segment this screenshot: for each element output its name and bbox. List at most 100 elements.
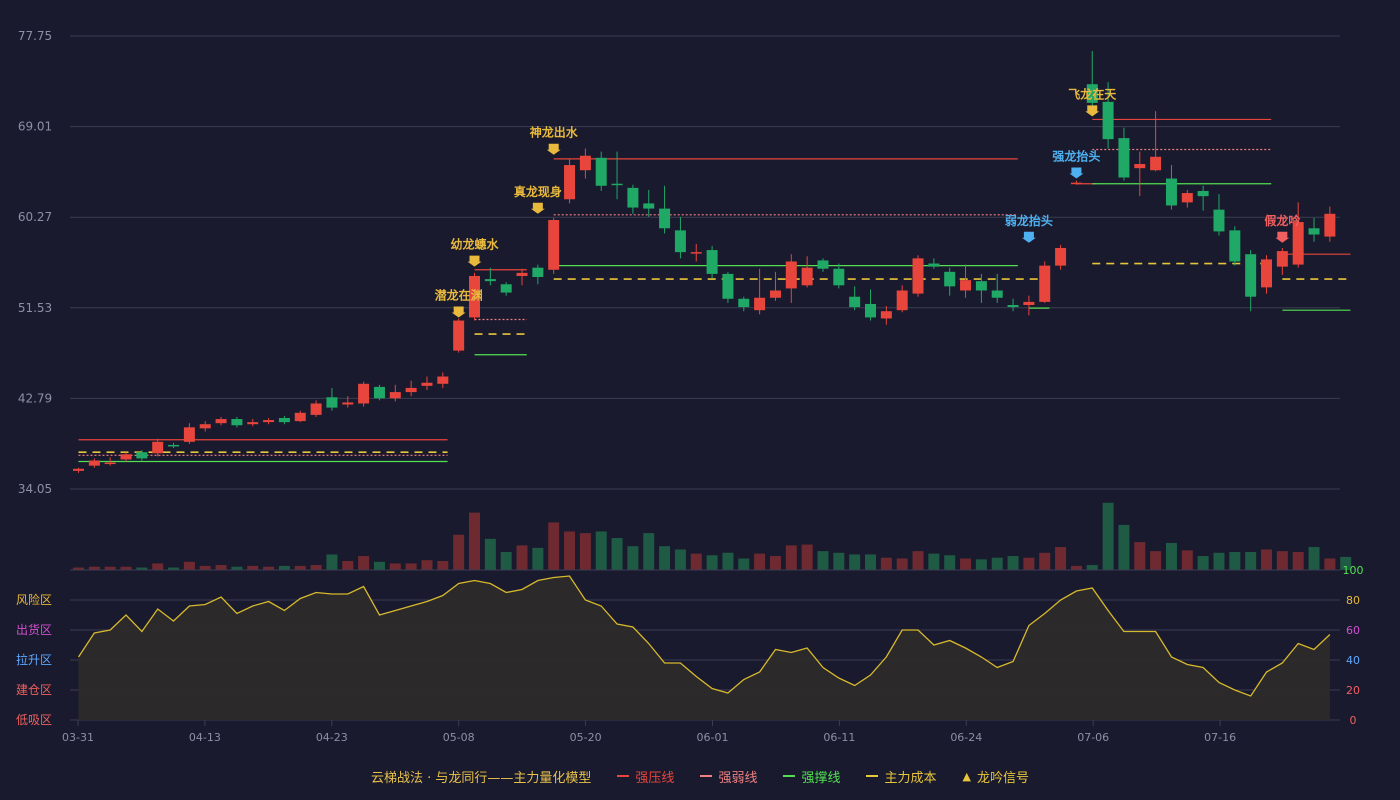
date-tick-label: 05-20 bbox=[570, 731, 602, 744]
volume-bar bbox=[960, 558, 972, 570]
volume-bars bbox=[73, 502, 1352, 570]
volume-bar bbox=[659, 546, 671, 570]
candle-body bbox=[1023, 301, 1035, 306]
volume-bar bbox=[817, 551, 829, 570]
candle-body bbox=[738, 298, 750, 308]
volume-bar bbox=[152, 563, 164, 570]
legend-swatch-resistance bbox=[617, 775, 630, 777]
volume-bar bbox=[785, 545, 797, 570]
volume-bar bbox=[500, 551, 512, 570]
volume-bar bbox=[975, 559, 987, 570]
date-tick-label: 03-31 bbox=[62, 731, 94, 744]
volume-bar bbox=[690, 553, 702, 570]
legend-title: 云梯战法 · 与龙同行——主力量化模型 bbox=[371, 770, 592, 786]
candle-body bbox=[263, 420, 275, 423]
legend-item-support[interactable]: 强撑线 bbox=[783, 767, 840, 786]
legend-label: 强撑线 bbox=[801, 770, 841, 786]
oscillator-panel: 100 80 60 40 20 0 风险区出货区拉升区建仓区低吸区 bbox=[16, 564, 1364, 727]
volume-bar bbox=[1213, 552, 1225, 570]
volume-bar bbox=[1023, 557, 1035, 570]
signal-label: 幼龙蟪水 bbox=[450, 237, 499, 252]
legend-swatch-support bbox=[783, 775, 796, 777]
candle-body bbox=[310, 403, 322, 415]
candle-body bbox=[136, 452, 148, 459]
date-tick-label: 06-24 bbox=[950, 731, 982, 744]
volume-bar bbox=[1197, 556, 1209, 570]
candle-body bbox=[516, 272, 528, 276]
legend-item-weak[interactable]: 强弱线 bbox=[700, 767, 757, 786]
candle-body bbox=[595, 157, 607, 186]
candle-body bbox=[88, 460, 100, 466]
candle-body bbox=[152, 441, 164, 454]
candle-body bbox=[294, 412, 306, 422]
signal-label: 神龙出水 bbox=[530, 125, 579, 140]
signal-label: 强龙抬头 bbox=[1052, 149, 1100, 164]
candle-body bbox=[1308, 228, 1320, 235]
volume-bar bbox=[1070, 565, 1082, 570]
candle-body bbox=[168, 444, 180, 447]
volume-bar bbox=[1055, 547, 1067, 570]
candle-body bbox=[865, 303, 876, 318]
candle-body bbox=[405, 387, 417, 393]
price-tick-label: 69.01 bbox=[18, 120, 52, 134]
volume-bar bbox=[1102, 502, 1114, 570]
signal-arrow-icon bbox=[451, 306, 466, 318]
candle-body bbox=[1292, 222, 1304, 265]
volume-bar bbox=[579, 533, 591, 570]
volume-bar bbox=[310, 565, 322, 570]
candle-body bbox=[1261, 259, 1272, 288]
volume-bar bbox=[326, 554, 338, 570]
osc-tick-label: 60 bbox=[1346, 624, 1360, 637]
candle-body bbox=[1197, 190, 1209, 197]
volume-bar bbox=[769, 556, 781, 570]
signal-label: 真龙现身 bbox=[514, 184, 562, 199]
legend-item-resistance[interactable]: 强压线 bbox=[617, 767, 674, 786]
volume-bar bbox=[754, 553, 766, 570]
zone-label: 出货区 bbox=[16, 622, 52, 637]
volume-bar bbox=[1165, 542, 1177, 570]
candle-body bbox=[1007, 305, 1019, 308]
osc-tick-label: 40 bbox=[1346, 654, 1360, 667]
volume-bar bbox=[469, 512, 480, 570]
volume-bar bbox=[373, 561, 385, 570]
volume-bar bbox=[564, 531, 576, 570]
volume-bar bbox=[1181, 550, 1193, 570]
chart-legend: 云梯战法 · 与龙同行——主力量化模型 强压线 强弱线 强撑线 主力成本 ▲ 龙… bbox=[0, 764, 1400, 788]
volume-bar bbox=[294, 565, 306, 570]
volume-bar bbox=[722, 552, 734, 570]
signal-arrow-icon bbox=[1085, 105, 1100, 117]
candle-body bbox=[975, 281, 987, 291]
volume-bar bbox=[1324, 558, 1336, 570]
candle-body bbox=[1070, 182, 1082, 185]
volume-bar bbox=[944, 555, 956, 570]
volume-bar bbox=[532, 547, 544, 570]
candlesticks bbox=[73, 51, 1336, 473]
candle-body bbox=[722, 273, 734, 299]
candle-body bbox=[1324, 213, 1336, 237]
candle-body bbox=[880, 311, 892, 319]
candle-body bbox=[1134, 164, 1146, 169]
volume-bar bbox=[674, 549, 686, 570]
candle-body bbox=[801, 267, 813, 286]
date-tick-label: 04-23 bbox=[316, 731, 348, 744]
candle-body bbox=[373, 386, 385, 399]
legend-item-signal[interactable]: ▲ 龙吟信号 bbox=[962, 767, 1028, 786]
price-grid bbox=[70, 35, 1340, 490]
signal-label: 潜龙在渊 bbox=[435, 287, 483, 302]
zone-label: 拉升区 bbox=[16, 652, 52, 667]
legend-item-cost[interactable]: 主力成本 bbox=[866, 767, 936, 786]
candle-body bbox=[437, 376, 449, 384]
signal-arrow-icon bbox=[546, 143, 561, 155]
candle-body bbox=[769, 290, 781, 298]
volume-bar bbox=[595, 531, 607, 570]
candle-body bbox=[120, 454, 132, 460]
volume-bar bbox=[896, 558, 908, 570]
candle-body bbox=[548, 219, 560, 270]
stock-chart: 77.75 69.01 60.27 51.53 42.79 34.05 潜龙在渊 幼龙蟪水 真… bbox=[16, 29, 1364, 744]
volume-bar bbox=[1276, 551, 1288, 570]
candle-body bbox=[1229, 230, 1241, 262]
candle-body bbox=[674, 230, 686, 253]
zone-label: 风险区 bbox=[16, 592, 52, 607]
volume-bar bbox=[358, 556, 370, 570]
volume-bar bbox=[611, 538, 623, 570]
